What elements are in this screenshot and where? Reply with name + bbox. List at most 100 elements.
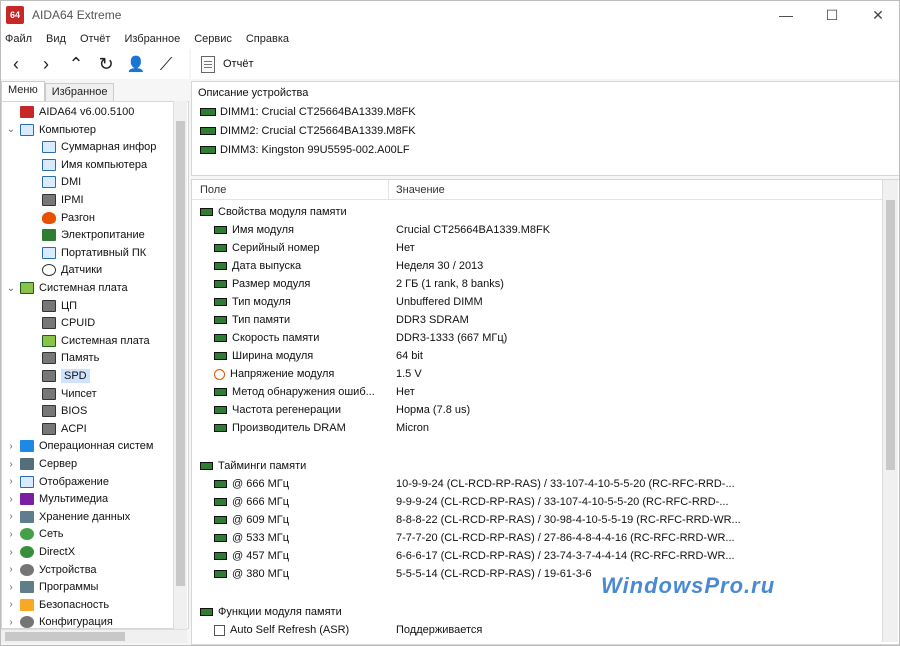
- expand-toggle-icon[interactable]: ›: [6, 617, 16, 628]
- expand-toggle-icon[interactable]: ›: [6, 547, 16, 558]
- column-field-header[interactable]: Поле: [200, 184, 226, 196]
- tree-horizontal-scrollbar[interactable]: [1, 629, 187, 643]
- column-separator[interactable]: [388, 180, 389, 200]
- menu-view[interactable]: Вид: [46, 33, 66, 45]
- close-button[interactable]: ✕: [855, 1, 899, 29]
- tree-item[interactable]: AIDA64 v6.00.5100: [6, 103, 134, 121]
- tree-item[interactable]: › Отображение: [6, 473, 109, 491]
- property-row[interactable]: Метод обнаружения ошиб... Нет: [192, 384, 882, 402]
- expand-toggle-icon[interactable]: ›: [6, 459, 16, 470]
- tree-item[interactable]: Суммарная инфор: [28, 138, 156, 156]
- tree-item[interactable]: › DirectX: [6, 543, 75, 561]
- menu-file[interactable]: Файл: [5, 33, 32, 45]
- expand-toggle-icon[interactable]: ›: [6, 511, 16, 522]
- tree-item[interactable]: Имя компьютера: [28, 156, 147, 174]
- property-row[interactable]: Дата выпуска Неделя 30 / 2013: [192, 258, 882, 276]
- globe-icon: [20, 528, 34, 541]
- menu-tools[interactable]: Сервис: [194, 33, 232, 45]
- report-button[interactable]: Отчёт: [201, 55, 253, 73]
- device-item-dimm3[interactable]: DIMM3: Kingston 99U5595-002.A00LF: [200, 144, 410, 156]
- tree-item[interactable]: Чипсет: [28, 385, 97, 403]
- tree-item[interactable]: › Безопасность: [6, 596, 109, 614]
- property-field: Дата выпуска: [232, 260, 302, 272]
- property-row[interactable]: @ 666 МГц 9-9-9-24 (CL-RCD-RP-RAS) / 33-1…: [192, 494, 882, 512]
- menu-favorites[interactable]: Избранное: [124, 33, 180, 45]
- properties-scroll-thumb[interactable]: [886, 200, 895, 470]
- expand-toggle-icon[interactable]: ›: [6, 476, 16, 487]
- property-row[interactable]: Тип памяти DDR3 SDRAM: [192, 312, 882, 330]
- chart-icon[interactable]: ⟋: [151, 50, 181, 78]
- expand-toggle-icon[interactable]: ›: [6, 582, 16, 593]
- tree-item[interactable]: DMI: [28, 173, 81, 191]
- up-icon[interactable]: ⌃: [61, 50, 91, 78]
- property-row[interactable]: Auto Self Refresh (ASR) Поддерживается: [192, 622, 882, 640]
- tree-item[interactable]: ⌄ Системная плата: [6, 279, 128, 297]
- property-row[interactable]: Тип модуля Unbuffered DIMM: [192, 294, 882, 312]
- tree-item[interactable]: › Хранение данных: [6, 508, 130, 526]
- tree-item[interactable]: IPMI: [28, 191, 84, 209]
- expand-toggle-icon[interactable]: ›: [6, 529, 16, 540]
- property-row[interactable]: @ 457 МГц 6-6-6-17 (CL-RCD-RP-RAS) / 23-7…: [192, 548, 882, 566]
- tree-item[interactable]: › Операционная систем: [6, 437, 153, 455]
- property-row[interactable]: Имя модуля Crucial CT25664BA1339.M8FK: [192, 222, 882, 240]
- expand-toggle-icon[interactable]: ⌄: [6, 283, 16, 294]
- tree-item[interactable]: CPUID: [28, 314, 95, 332]
- menu-help[interactable]: Справка: [246, 33, 289, 45]
- tree-item[interactable]: › Мультимедиа: [6, 490, 108, 508]
- minimize-button[interactable]: —: [763, 1, 809, 29]
- tree-item[interactable]: › Сеть: [6, 525, 63, 543]
- property-row[interactable]: Ширина модуля 64 bit: [192, 348, 882, 366]
- tree-item[interactable]: › Устройства: [6, 561, 97, 579]
- menu-bar: Файл Вид Отчёт Избранное Сервис Справка: [1, 29, 899, 49]
- property-row[interactable]: @ 609 МГц 8-8-8-22 (CL-RCD-RP-RAS) / 30-9…: [192, 512, 882, 530]
- properties-vertical-scrollbar[interactable]: [882, 180, 898, 642]
- property-row[interactable]: Производитель DRAM Micron: [192, 420, 882, 438]
- tab-favorites[interactable]: Избранное: [44, 83, 115, 101]
- tree-item[interactable]: ⌄ Компьютер: [6, 121, 96, 139]
- tree-item[interactable]: Электропитание: [28, 226, 145, 244]
- property-row[interactable]: Размер модуля 2 ГБ (1 rank, 8 banks): [192, 276, 882, 294]
- tree-item[interactable]: Память: [28, 349, 99, 367]
- tree-item[interactable]: ЦП: [28, 297, 77, 315]
- device-item-dimm2[interactable]: DIMM2: Crucial CT25664BA1339.M8FK: [200, 125, 416, 137]
- menu-report[interactable]: Отчёт: [80, 33, 110, 45]
- property-row[interactable]: @ 380 МГц 5-5-5-14 (CL-RCD-RP-RAS) / 19-6…: [192, 566, 882, 584]
- expand-toggle-icon[interactable]: ›: [6, 564, 16, 575]
- property-row[interactable]: Частота регенерации Норма (7.8 us): [192, 402, 882, 420]
- property-row[interactable]: Скорость памяти DDR3-1333 (667 МГц): [192, 330, 882, 348]
- device-item-dimm1[interactable]: DIMM1: Crucial CT25664BA1339.M8FK: [200, 106, 416, 118]
- tab-menu[interactable]: Меню: [1, 81, 45, 101]
- expand-toggle-icon[interactable]: ›: [6, 494, 16, 505]
- property-row[interactable]: @ 666 МГц 10-9-9-24 (CL-RCD-RP-RAS) / 33-…: [192, 476, 882, 494]
- tree-item[interactable]: SPD: [28, 367, 90, 385]
- tree-item[interactable]: Разгон: [28, 209, 95, 227]
- expand-toggle-icon[interactable]: ⌄: [6, 124, 16, 135]
- tree-item[interactable]: › Сервер: [6, 455, 77, 473]
- tree-vertical-scrollbar[interactable]: [173, 101, 187, 629]
- tree-item[interactable]: Системная плата: [28, 332, 150, 350]
- back-icon[interactable]: ‹: [1, 50, 31, 78]
- tree-item[interactable]: Портативный ПК: [28, 244, 146, 262]
- column-value-header[interactable]: Значение: [396, 184, 445, 196]
- property-group-header[interactable]: Функции модуля памяти: [192, 604, 882, 622]
- tree-item[interactable]: ACPI: [28, 420, 87, 438]
- xbox-icon: [20, 546, 34, 558]
- refresh-icon[interactable]: ↻: [91, 50, 121, 78]
- media-icon: [20, 493, 34, 506]
- property-group-header[interactable]: Свойства модуля памяти: [192, 204, 882, 222]
- maximize-button[interactable]: ☐: [809, 1, 855, 29]
- tree-scroll-thumb[interactable]: [176, 121, 185, 586]
- user-icon[interactable]: 👤: [121, 50, 151, 78]
- tree-item[interactable]: Датчики: [28, 261, 102, 279]
- tree-item[interactable]: › Программы: [6, 578, 98, 596]
- property-row[interactable]: Серийный номер Нет: [192, 240, 882, 258]
- tree-hscroll-thumb[interactable]: [5, 632, 125, 641]
- expand-toggle-icon[interactable]: ›: [6, 441, 16, 452]
- expand-toggle-icon[interactable]: ›: [6, 599, 16, 610]
- property-row[interactable]: @ 533 МГц 7-7-7-20 (CL-RCD-RP-RAS) / 27-8…: [192, 530, 882, 548]
- tree-item[interactable]: › Конфигурация: [6, 613, 113, 628]
- property-group-header[interactable]: Тайминги памяти: [192, 458, 882, 476]
- forward-icon[interactable]: ›: [31, 50, 61, 78]
- property-row[interactable]: Напряжение модуля 1.5 V: [192, 366, 882, 384]
- tree-item[interactable]: BIOS: [28, 402, 87, 420]
